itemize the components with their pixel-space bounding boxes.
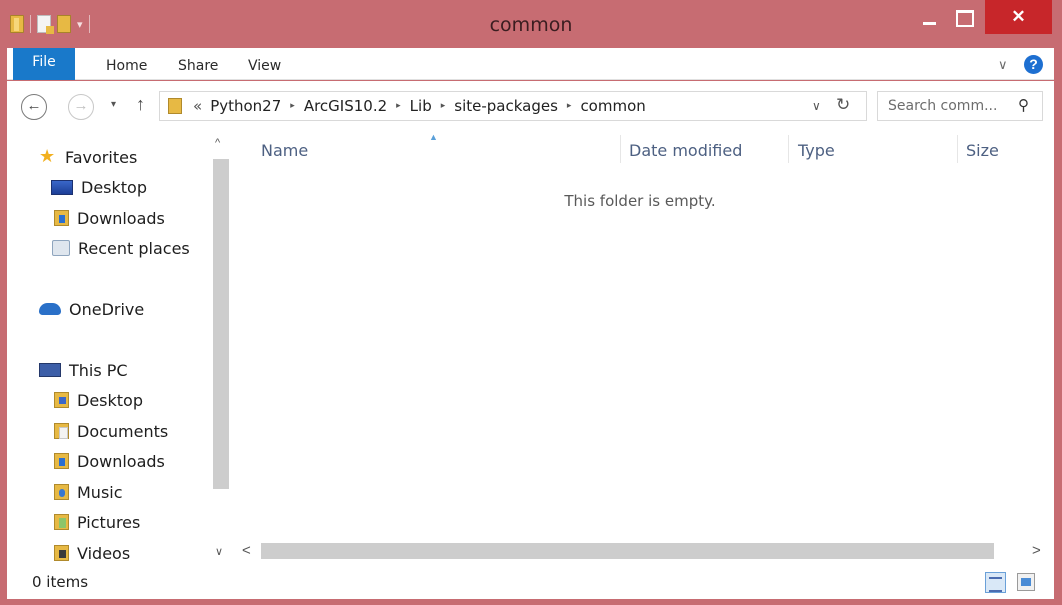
sidebar-item-onedrive[interactable]: OneDrive: [39, 297, 144, 321]
tab-file[interactable]: File: [13, 48, 75, 80]
back-button[interactable]: ←: [21, 94, 47, 120]
address-bar[interactable]: « Python27 ▸ ArcGIS10.2 ▸ Lib ▸ site-pac…: [159, 91, 867, 121]
explorer-window: ▾ common ✕ File Home Share View ∨ ? ← → …: [0, 0, 1062, 605]
chevron-right-icon[interactable]: ▸: [567, 101, 572, 111]
help-icon[interactable]: ?: [1024, 55, 1043, 74]
documents-folder-icon: [54, 423, 69, 439]
scrollbar-thumb[interactable]: [213, 159, 229, 489]
scroll-right-icon[interactable]: >: [1032, 542, 1041, 559]
sidebar-item-label: Downloads: [77, 208, 165, 228]
title-bar: ▾ common ✕: [0, 0, 1062, 48]
breadcrumb-item[interactable]: Lib: [410, 97, 432, 115]
desktop-folder-icon: [54, 392, 69, 408]
sidebar-item-label: This PC: [69, 360, 128, 380]
sidebar-item-label: Recent places: [78, 238, 190, 258]
sidebar-item-pc-desktop[interactable]: Desktop: [54, 388, 143, 412]
desktop-icon: [51, 179, 73, 195]
sidebar-item-label: Documents: [77, 421, 169, 441]
music-folder-icon: [54, 484, 69, 500]
star-icon: ★: [39, 146, 56, 167]
maximize-button[interactable]: [948, 0, 982, 36]
sidebar-item-label: Music: [77, 482, 123, 502]
navigation-scrollbar[interactable]: ^ ∨: [211, 131, 232, 565]
breadcrumb-overflow[interactable]: «: [193, 97, 202, 115]
minimize-button[interactable]: [910, 0, 948, 36]
item-count: 0 items: [32, 573, 89, 591]
breadcrumb: « Python27 ▸ ArcGIS10.2 ▸ Lib ▸ site-pac…: [193, 97, 646, 115]
tab-view[interactable]: View: [248, 48, 281, 80]
sidebar-item-pc-downloads[interactable]: Downloads: [54, 449, 165, 473]
sidebar-item-label: Desktop: [77, 390, 143, 410]
sidebar-item-label: Pictures: [77, 512, 141, 532]
search-icon[interactable]: ⚲: [1018, 96, 1029, 114]
chevron-down-icon[interactable]: ∨: [812, 99, 821, 113]
chevron-right-icon[interactable]: ▸: [441, 101, 446, 111]
up-button[interactable]: ↑: [136, 94, 145, 115]
sidebar-item-favorites[interactable]: ★ Favorites: [39, 145, 137, 169]
sidebar-item-this-pc[interactable]: This PC: [39, 358, 128, 382]
sidebar-item-videos[interactable]: Videos: [54, 541, 130, 565]
folder-icon: [168, 98, 182, 114]
sidebar-item-recent-places[interactable]: Recent places: [52, 236, 190, 260]
window-title: common: [489, 14, 573, 36]
sidebar-item-label: Videos: [77, 543, 131, 563]
navigation-pane: ★ Favorites Desktop Downloads Recent pla…: [7, 131, 211, 565]
breadcrumb-item[interactable]: Python27: [210, 97, 281, 115]
column-divider[interactable]: [620, 135, 621, 163]
search-input[interactable]: Search comm... ⚲: [877, 91, 1043, 121]
sidebar-item-label: OneDrive: [69, 299, 145, 319]
sidebar-item-desktop[interactable]: Desktop: [51, 175, 147, 199]
breadcrumb-item[interactable]: ArcGIS10.2: [304, 97, 387, 115]
scroll-up-icon[interactable]: ^: [215, 137, 220, 149]
downloads-folder-icon: [54, 453, 69, 469]
sidebar-item-label: Desktop: [81, 177, 147, 197]
search-placeholder: Search comm...: [888, 98, 998, 114]
column-divider[interactable]: [957, 135, 958, 163]
recent-locations-icon[interactable]: ▾: [111, 99, 116, 110]
computer-icon: [39, 363, 61, 377]
scroll-left-icon[interactable]: <: [242, 542, 251, 559]
scroll-down-icon[interactable]: ∨: [215, 545, 223, 558]
expand-ribbon-icon[interactable]: ∨: [998, 57, 1008, 73]
large-icons-view-icon[interactable]: [1017, 573, 1035, 591]
sidebar-item-documents[interactable]: Documents: [54, 419, 168, 443]
breadcrumb-item[interactable]: site-packages: [454, 97, 558, 115]
file-list: ▲ Name Date modified Type Size This fold…: [232, 131, 1054, 565]
breadcrumb-item[interactable]: common: [580, 97, 645, 115]
refresh-icon[interactable]: ↻: [836, 95, 850, 115]
close-icon: ✕: [1011, 7, 1026, 26]
column-divider[interactable]: [788, 135, 789, 163]
sidebar-item-label: Downloads: [77, 451, 165, 471]
tab-home[interactable]: Home: [106, 48, 147, 80]
forward-button[interactable]: →: [68, 94, 94, 120]
close-button[interactable]: ✕: [985, 0, 1052, 34]
status-bar: 0 items: [7, 565, 1054, 599]
column-header-size[interactable]: Size: [966, 141, 999, 160]
sidebar-item-downloads[interactable]: Downloads: [54, 206, 165, 230]
column-header-type[interactable]: Type: [798, 141, 835, 160]
address-row: ← → ▾ ↑ « Python27 ▸ ArcGIS10.2 ▸ Lib ▸ …: [7, 81, 1054, 131]
sidebar-item-label: Favorites: [65, 147, 138, 167]
chevron-right-icon[interactable]: ▸: [396, 101, 401, 111]
cloud-icon: [39, 303, 61, 315]
chevron-right-icon[interactable]: ▸: [290, 101, 295, 111]
scrollbar-thumb[interactable]: [261, 543, 994, 559]
sidebar-item-pictures[interactable]: Pictures: [54, 510, 140, 534]
pictures-folder-icon: [54, 514, 69, 530]
downloads-folder-icon: [54, 210, 69, 226]
sidebar-item-music[interactable]: Music: [54, 480, 123, 504]
sort-ascending-icon: ▲: [429, 132, 438, 142]
details-view-icon[interactable]: [985, 572, 1006, 593]
tab-share[interactable]: Share: [178, 48, 218, 80]
videos-folder-icon: [54, 545, 69, 561]
empty-folder-message: This folder is empty.: [564, 192, 716, 210]
ribbon-tabs: File Home Share View ∨ ?: [7, 48, 1054, 80]
column-header-name[interactable]: Name: [261, 141, 308, 160]
column-header-date-modified[interactable]: Date modified: [629, 141, 742, 160]
horizontal-scrollbar[interactable]: < >: [232, 540, 1054, 562]
recent-places-icon: [52, 240, 70, 256]
